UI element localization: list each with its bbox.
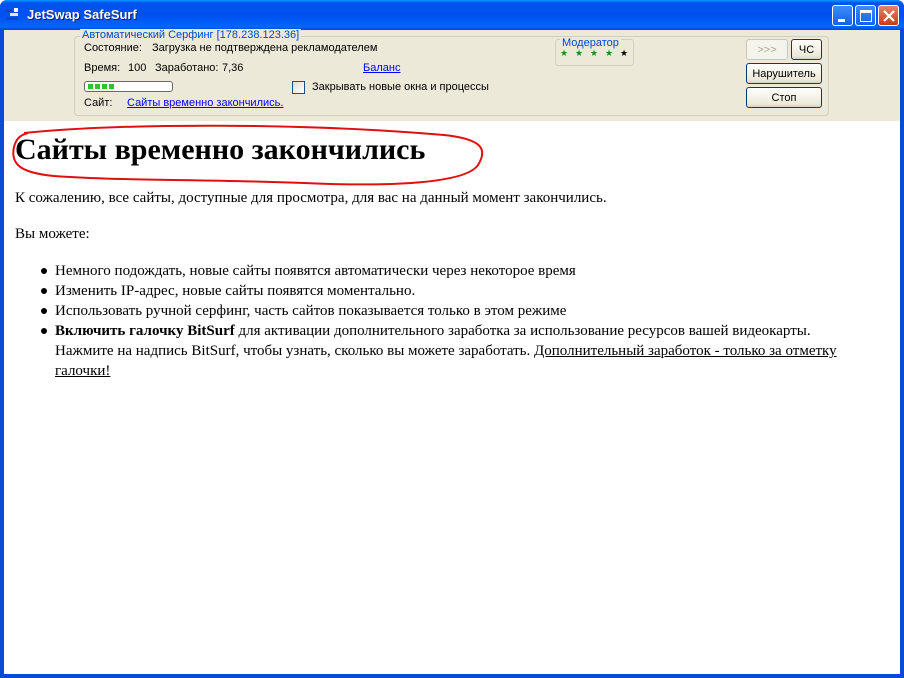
maximize-button[interactable] xyxy=(855,5,876,26)
close-button[interactable] xyxy=(878,5,899,26)
you-can-text: Вы можете: xyxy=(15,226,90,242)
moderator-title: Модератор xyxy=(560,37,621,49)
star-icon: ★ xyxy=(590,49,599,59)
balance-link[interactable]: Баланс xyxy=(363,62,400,74)
close-icon xyxy=(883,10,895,22)
time-label: Время: xyxy=(84,62,121,74)
star-empty-icon: ★ xyxy=(620,49,629,59)
window-title: JetSwap SafeSurf xyxy=(27,7,137,22)
blacklist-button[interactable]: ЧС xyxy=(791,39,822,60)
web-content: Сайты временно закончились К сожалению, … xyxy=(4,121,900,678)
close-windows-label[interactable]: Закрывать новые окна и процессы xyxy=(312,81,489,93)
bitsurf-bold-text[interactable]: Включить галочку BitSurf xyxy=(55,323,235,339)
title-bar[interactable]: JetSwap SafeSurf xyxy=(0,0,904,30)
surf-progress-bar xyxy=(84,81,173,92)
bitsurf-info-text: Нажмите на надпись BitSurf, чтобы узнать… xyxy=(55,343,535,359)
progress-segment xyxy=(95,84,100,89)
stop-button[interactable]: Стоп xyxy=(746,87,822,108)
list-item-bitsurf: Включить галочку BitSurf для активации д… xyxy=(41,321,895,381)
site-link[interactable]: Сайты временно закончились. xyxy=(127,97,283,109)
bitsurf-text: для активации дополнительного заработка … xyxy=(234,323,811,339)
star-icon: ★ xyxy=(605,49,614,59)
status-value: Загрузка не подтверждена рекламодателем xyxy=(152,42,378,54)
star-icon: ★ xyxy=(575,49,584,59)
list-item: Изменить IP-адрес, новые сайты появятся … xyxy=(41,281,895,301)
intro-text: К сожалению, все сайты, доступные для пр… xyxy=(15,190,607,206)
close-windows-checkbox[interactable] xyxy=(292,81,305,94)
window-frame-bottom xyxy=(0,674,904,678)
client-area: Автоматический Серфинг [178.238.123.36] … xyxy=(4,29,900,678)
list-item: Немного подождать, новые сайты появятся … xyxy=(41,261,895,281)
earned-label: Заработано: xyxy=(155,62,219,74)
options-list: Немного подождать, новые сайты появятся … xyxy=(41,261,895,381)
list-item: Использовать ручной серфинг, часть сайто… xyxy=(41,301,895,321)
next-button[interactable]: >>> xyxy=(746,39,788,60)
time-value: 100 xyxy=(128,62,147,74)
control-panel: Автоматический Серфинг [178.238.123.36] … xyxy=(4,29,900,121)
progress-segment xyxy=(109,84,114,89)
app-window: JetSwap SafeSurf Автоматический Серфинг … xyxy=(0,0,904,678)
site-label: Сайт: xyxy=(84,97,113,109)
star-icon: ★ xyxy=(560,49,569,59)
minimize-icon xyxy=(838,19,845,22)
page-heading: Сайты временно закончились xyxy=(15,133,426,166)
maximize-icon xyxy=(860,10,872,22)
violator-button[interactable]: Нарушитель xyxy=(746,63,822,84)
jetswap-app-icon xyxy=(6,8,18,20)
progress-segment xyxy=(88,84,93,89)
progress-segment xyxy=(102,84,107,89)
auto-surf-group-title: Автоматический Серфинг [178.238.123.36] xyxy=(80,29,302,41)
earned-value: 7,36 xyxy=(222,62,244,74)
minimize-button[interactable] xyxy=(832,5,853,26)
status-label: Состояние: xyxy=(84,42,142,54)
